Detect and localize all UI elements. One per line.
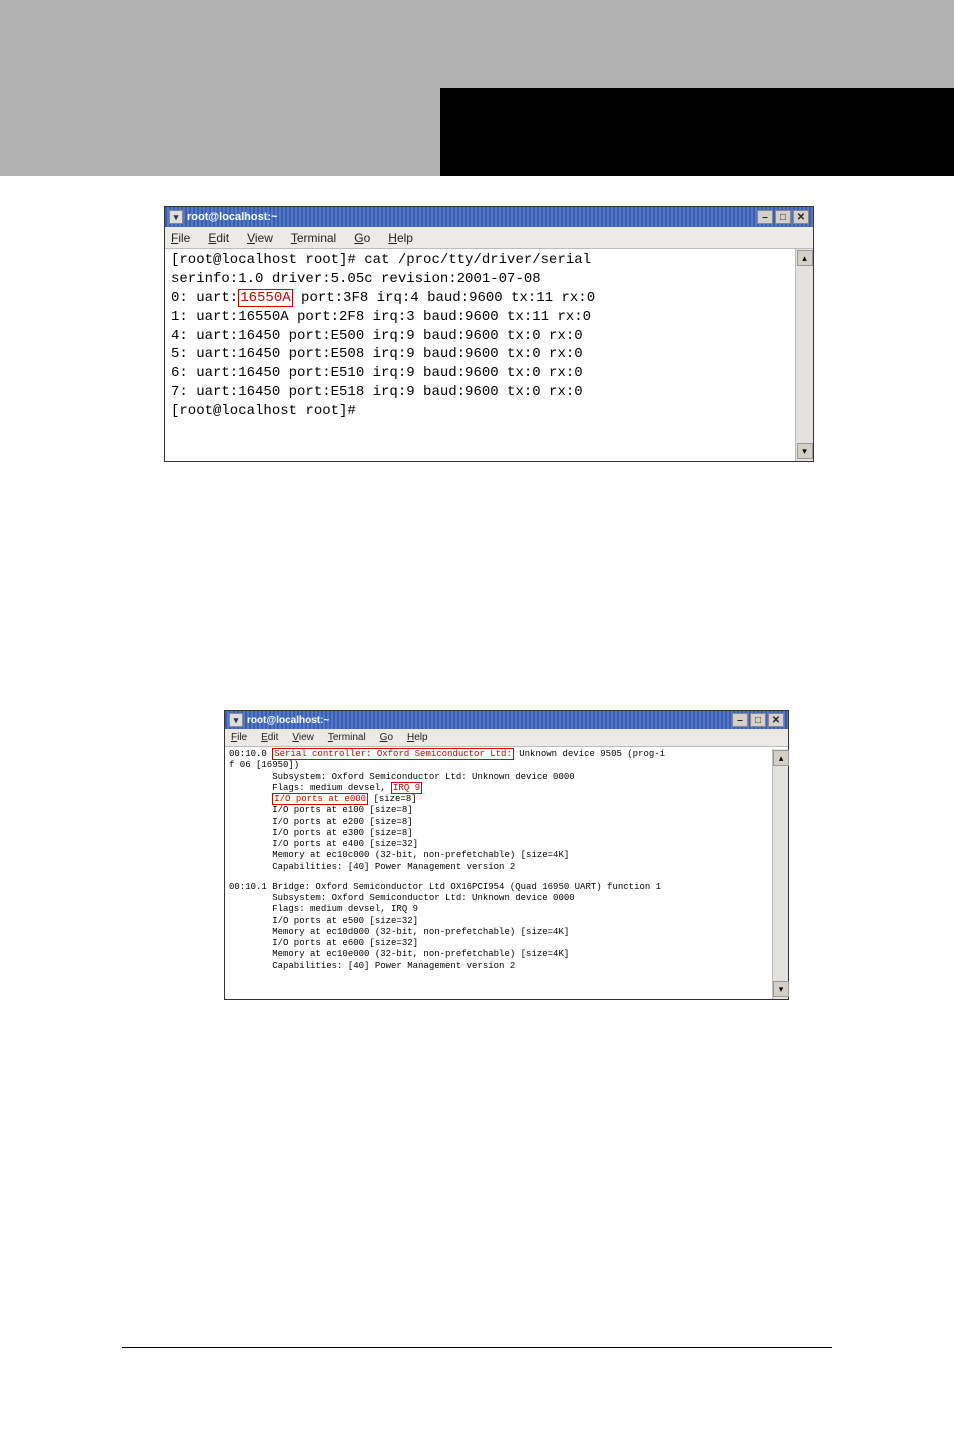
menubar-2: File Edit View Terminal Go Help — [225, 729, 788, 747]
term2-line-11 — [229, 873, 784, 882]
terminal-output-2[interactable]: 00:10.0 Serial controller: Oxford Semico… — [225, 747, 788, 993]
term2-line-2: Subsystem: Oxford Semiconductor Ltd: Unk… — [229, 772, 784, 783]
close-button[interactable]: ✕ — [793, 210, 809, 224]
term1-line-2: 0: uart:16550A port:3F8 irq:4 baud:9600 … — [171, 289, 807, 308]
window-controls-2: – □ ✕ — [732, 713, 784, 727]
scrollbar-1[interactable]: ▴ ▾ — [795, 249, 813, 461]
system-menu-icon[interactable]: ▾ — [169, 210, 183, 224]
header-black-block — [440, 88, 954, 176]
term2-line-18: Memory at ec10e000 (32-bit, non-prefetch… — [229, 949, 784, 960]
terminal-window-1: ▾ root@localhost:~ – □ ✕ File Edit View … — [164, 206, 814, 462]
highlight-16550A: 16550A — [238, 289, 292, 307]
term1-line-0: [root@localhost root]# cat /proc/tty/dri… — [171, 251, 807, 270]
scroll-up-icon[interactable]: ▴ — [797, 250, 813, 266]
scroll-up-icon[interactable]: ▴ — [773, 750, 789, 766]
term2-line-15: I/O ports at e500 [size=32] — [229, 916, 784, 927]
maximize-button[interactable]: □ — [750, 713, 766, 727]
term1-line-7: 7: uart:16450 port:E518 irq:9 baud:9600 … — [171, 383, 807, 402]
term2-line-12: 00:10.1 Bridge: Oxford Semiconductor Ltd… — [229, 882, 784, 893]
term1-line-1: serinfo:1.0 driver:5.05c revision:2001-0… — [171, 270, 807, 289]
term2-line-9: Memory at ec10c000 (32-bit, non-prefetch… — [229, 850, 784, 861]
menu-view[interactable]: View — [292, 732, 314, 743]
term2-line-10: Capabilities: [40] Power Management vers… — [229, 862, 784, 873]
menu-help[interactable]: Help — [407, 732, 428, 743]
term2-line-19: Capabilities: [40] Power Management vers… — [229, 961, 784, 972]
term2-line-16: Memory at ec10d000 (32-bit, non-prefetch… — [229, 927, 784, 938]
term2-line-4: I/O ports at e000 [size=8] — [229, 794, 784, 805]
term1-line-5: 5: uart:16450 port:E508 irq:9 baud:9600 … — [171, 345, 807, 364]
term2-line-14: Flags: medium devsel, IRQ 9 — [229, 904, 784, 915]
highlight-serial-controller: Serial controller: Oxford Semiconductor … — [272, 748, 514, 760]
term2-line-8: I/O ports at e400 [size=32] — [229, 839, 784, 850]
window-title-1: root@localhost:~ — [187, 211, 757, 223]
minimize-button[interactable]: – — [732, 713, 748, 727]
window-controls-1: – □ ✕ — [757, 210, 809, 224]
term2-line-17: I/O ports at e600 [size=32] — [229, 938, 784, 949]
term2-line-1: f 06 [16950]) — [229, 760, 784, 771]
highlight-ioports: I/O ports at e000 — [272, 793, 368, 805]
menu-terminal[interactable]: Terminal — [291, 231, 336, 245]
titlebar-2[interactable]: ▾ root@localhost:~ – □ ✕ — [225, 711, 788, 729]
terminal-window-2: ▾ root@localhost:~ – □ ✕ File Edit View … — [224, 710, 789, 1000]
maximize-button[interactable]: □ — [775, 210, 791, 224]
term1-line-6: 6: uart:16450 port:E510 irq:9 baud:9600 … — [171, 364, 807, 383]
terminal-output-1[interactable]: [root@localhost root]# cat /proc/tty/dri… — [165, 249, 813, 461]
term1-line-8: [root@localhost root]# — [171, 402, 807, 421]
term2-line-7: I/O ports at e300 [size=8] — [229, 828, 784, 839]
term1-line-4: 4: uart:16450 port:E500 irq:9 baud:9600 … — [171, 327, 807, 346]
menu-edit[interactable]: Edit — [208, 231, 229, 245]
footer-separator — [122, 1347, 832, 1348]
menu-view[interactable]: View — [247, 231, 273, 245]
system-menu-icon[interactable]: ▾ — [229, 713, 243, 727]
term2-line-13: Subsystem: Oxford Semiconductor Ltd: Unk… — [229, 893, 784, 904]
menu-go[interactable]: Go — [380, 732, 393, 743]
menu-go[interactable]: Go — [354, 231, 370, 245]
menu-file[interactable]: File — [171, 231, 190, 245]
term2-line-6: I/O ports at e200 [size=8] — [229, 817, 784, 828]
term2-line-0: 00:10.0 Serial controller: Oxford Semico… — [229, 749, 784, 760]
menu-edit[interactable]: Edit — [261, 732, 278, 743]
menu-terminal[interactable]: Terminal — [328, 732, 366, 743]
menubar-1: File Edit View Terminal Go Help — [165, 227, 813, 249]
scroll-down-icon[interactable]: ▾ — [797, 443, 813, 459]
scrollbar-2[interactable]: ▴ ▾ — [772, 749, 788, 999]
close-button[interactable]: ✕ — [768, 713, 784, 727]
titlebar-1[interactable]: ▾ root@localhost:~ – □ ✕ — [165, 207, 813, 227]
term1-line-3: 1: uart:16550A port:2F8 irq:3 baud:9600 … — [171, 308, 807, 327]
window-title-2: root@localhost:~ — [247, 715, 732, 726]
scroll-down-icon[interactable]: ▾ — [773, 981, 789, 997]
highlight-irq9: IRQ 9 — [391, 782, 422, 794]
term2-line-5: I/O ports at e100 [size=8] — [229, 805, 784, 816]
minimize-button[interactable]: – — [757, 210, 773, 224]
menu-file[interactable]: File — [231, 732, 247, 743]
menu-help[interactable]: Help — [388, 231, 413, 245]
